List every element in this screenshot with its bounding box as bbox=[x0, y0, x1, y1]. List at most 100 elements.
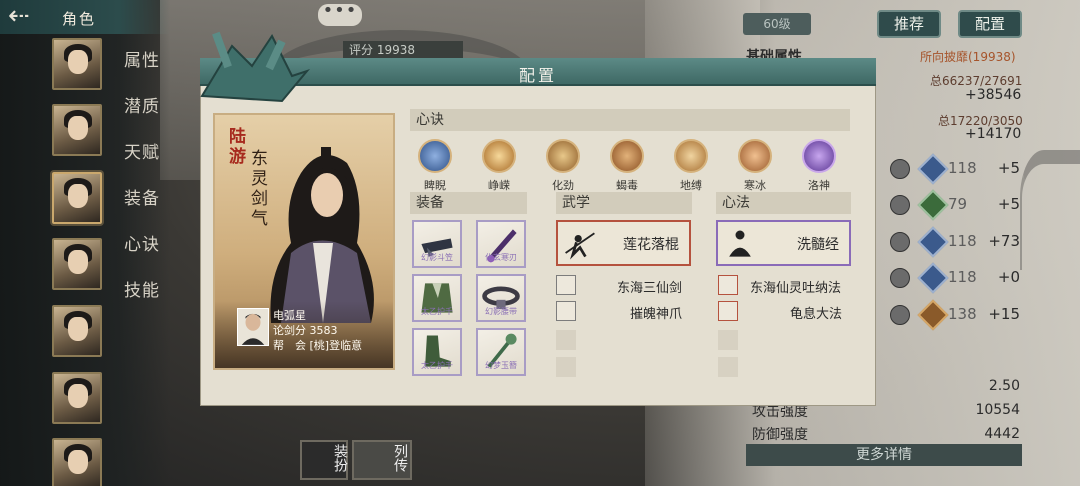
stat-badge-icon bbox=[917, 189, 949, 221]
recommended-score: 所向披靡(19938) bbox=[920, 50, 1016, 64]
xinjue-label: 化劲 bbox=[552, 179, 574, 192]
more-details-button[interactable]: 更多详情 bbox=[746, 444, 1022, 466]
equipment-slot-armor[interactable]: 太乙护千 bbox=[412, 274, 462, 322]
xinjue-orb-icon[interactable] bbox=[610, 139, 644, 173]
empty-skill-slot[interactable] bbox=[718, 330, 738, 350]
breathing-skill-icon[interactable] bbox=[718, 275, 738, 295]
xinjue-section-title: 心诀 bbox=[410, 109, 850, 131]
empty-skill-slot[interactable] bbox=[556, 330, 576, 350]
character-portrait[interactable] bbox=[52, 372, 102, 424]
back-arrow-icon[interactable]: ⇠ bbox=[8, 3, 46, 29]
attack-value: 10554 bbox=[975, 402, 1020, 418]
tab-equipment[interactable]: 装备 bbox=[124, 184, 160, 209]
character-portrait[interactable] bbox=[52, 305, 102, 357]
stat-row-sword: 118 +5 bbox=[890, 153, 1020, 185]
tab-potential[interactable]: 潜质 bbox=[124, 92, 160, 117]
stat-badge-icon bbox=[917, 153, 949, 185]
meditation-icon bbox=[729, 230, 751, 257]
stat-row-fist: 118 +73 bbox=[890, 226, 1020, 258]
xinjue-orb-icon[interactable] bbox=[738, 139, 772, 173]
sword-skill-icon bbox=[890, 159, 910, 179]
qinggong-skill-icon bbox=[890, 268, 910, 288]
mind-method-main-label: 洗髓经 bbox=[797, 237, 839, 253]
martial-arts-section-title: 武学 bbox=[556, 192, 692, 214]
sword-skill-icon[interactable] bbox=[556, 275, 576, 295]
xinjue-label: 蝎毒 bbox=[616, 179, 638, 192]
mind-method-main-skill[interactable]: 洗髓经 bbox=[716, 220, 851, 266]
xinjue-label: 寒冰 bbox=[744, 179, 766, 192]
character-portrait[interactable] bbox=[52, 38, 102, 90]
stat-badge-icon bbox=[917, 262, 949, 294]
empty-skill-slot[interactable] bbox=[718, 357, 738, 377]
outfit-label: 装扮 bbox=[332, 444, 348, 472]
xinjue-orb-icon[interactable] bbox=[546, 139, 580, 173]
background-pavilion bbox=[1020, 150, 1080, 270]
stat-badge-icon bbox=[917, 299, 949, 331]
page-title: 角色 bbox=[62, 10, 97, 28]
stat-bonus: +0 bbox=[997, 268, 1020, 286]
character-portrait-selected[interactable] bbox=[52, 172, 102, 224]
biography-label: 列传 bbox=[392, 444, 408, 472]
stat-row-qimen: 79 +5 bbox=[890, 189, 1020, 221]
stat-bonus: +73 bbox=[988, 232, 1020, 250]
dingli-skill-icon bbox=[890, 305, 910, 325]
martial-arts-main-label: 莲花落棍 bbox=[623, 237, 679, 253]
character-portrait[interactable] bbox=[52, 238, 102, 290]
character-portrait[interactable] bbox=[52, 104, 102, 156]
stat-bonus: +5 bbox=[997, 159, 1020, 177]
stat-badge-icon bbox=[917, 226, 949, 258]
equipment-label: 幻梦玉簪 bbox=[485, 361, 517, 370]
player-avatar[interactable] bbox=[237, 308, 269, 346]
score-bar: 评分 19938 bbox=[343, 41, 463, 59]
biography-button[interactable]: 列传 bbox=[352, 440, 412, 480]
mind-method-section-title: 心法 bbox=[716, 192, 851, 214]
bonus-value-1: +38546 bbox=[965, 87, 1022, 103]
sword-score-label: 论剑分 bbox=[273, 324, 306, 337]
equipment-slot-weapon[interactable]: 化玄寒刃 bbox=[476, 220, 526, 268]
outfit-button[interactable]: 装扮 bbox=[300, 440, 348, 480]
tab-skills[interactable]: 技能 bbox=[124, 276, 160, 301]
guild-row: 帮 会 [桃]登临意 bbox=[273, 337, 362, 353]
tab-attributes[interactable]: 属性 bbox=[124, 46, 160, 71]
xinjue-orb-icon[interactable] bbox=[482, 139, 516, 173]
xinjue-orb-icon[interactable] bbox=[674, 139, 708, 173]
equipment-label: 化玄寒刃 bbox=[485, 253, 517, 262]
recommend-button[interactable]: 推荐 bbox=[877, 10, 941, 38]
tab-xinjue[interactable]: 心诀 bbox=[124, 230, 160, 255]
config-button[interactable]: 配置 bbox=[958, 10, 1022, 38]
chat-bubble-icon[interactable]: ••• bbox=[318, 2, 362, 26]
equipment-slot-hat[interactable]: 幻影斗笠 bbox=[412, 220, 462, 268]
sword-score-value: 3583 bbox=[309, 324, 338, 337]
character-portrait[interactable] bbox=[52, 438, 102, 486]
claw-skill-icon[interactable] bbox=[556, 301, 576, 321]
level-badge: 60级 bbox=[743, 13, 811, 35]
qimen-skill-icon bbox=[890, 195, 910, 215]
stat-bonus: +5 bbox=[997, 195, 1020, 213]
sword-ornament-icon bbox=[200, 31, 311, 103]
xinjue-orb-icon[interactable] bbox=[802, 139, 836, 173]
equipment-label: 幻影腰带 bbox=[485, 307, 517, 316]
defense-label: 防御强度 bbox=[752, 427, 808, 443]
stat-value: 118 bbox=[948, 232, 977, 250]
tab-talent[interactable]: 天赋 bbox=[124, 138, 160, 163]
guild-label-2: 会 bbox=[295, 339, 306, 352]
martial-arts-main-skill[interactable]: 莲花落棍 bbox=[556, 220, 691, 266]
xinjue-orb-icon[interactable] bbox=[418, 139, 452, 173]
equipment-slot-accessory[interactable]: 幻梦玉簪 bbox=[476, 328, 526, 376]
bonus-value-2: +14170 bbox=[965, 126, 1022, 142]
player-nickname: 电弧星 bbox=[273, 309, 306, 322]
stat-value: 138 bbox=[948, 305, 977, 323]
equipment-section-title: 装备 bbox=[410, 192, 527, 214]
stat-value: 118 bbox=[948, 159, 977, 177]
equipment-slot-belt[interactable]: 幻影腰带 bbox=[476, 274, 526, 322]
guild-label: 帮 bbox=[273, 339, 284, 352]
empty-skill-slot[interactable] bbox=[556, 357, 576, 377]
equipment-slot-boots[interactable]: 太乙护千 bbox=[412, 328, 462, 376]
turtle-breath-skill-icon[interactable] bbox=[718, 301, 738, 321]
martial-arts-sub-2: 摧魄神爪 bbox=[630, 307, 683, 322]
xinjue-label: 睥睨 bbox=[424, 179, 446, 192]
crit-multiplier: 2.50 bbox=[988, 378, 1020, 394]
equipment-label: 太乙护千 bbox=[421, 361, 453, 370]
staff-fighter-icon bbox=[565, 232, 595, 260]
character-illustration bbox=[270, 147, 374, 323]
